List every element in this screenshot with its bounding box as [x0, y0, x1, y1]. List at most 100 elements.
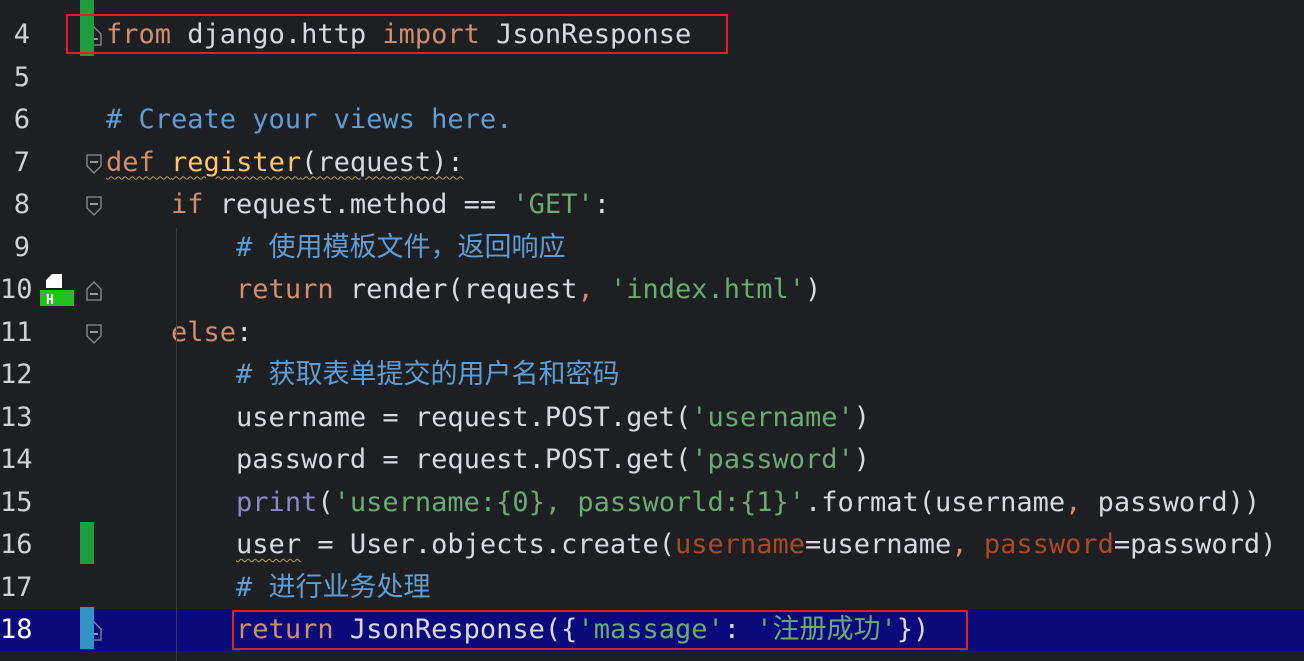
code-token: , [951, 529, 968, 560]
line-number: 5 [13, 61, 30, 93]
line-number: 11 [0, 316, 33, 348]
code-token: password [983, 529, 1114, 560]
change-marker-added[interactable] [80, 522, 94, 564]
code-text: # 使用模板文件，返回响应 [106, 227, 566, 269]
code-line[interactable]: 16 user = User.objects.create(username=u… [0, 524, 1304, 566]
bookmark-letter: H [46, 293, 54, 306]
code-text: return render(request, 'index.html') [106, 269, 821, 311]
code-token: register [171, 146, 302, 178]
code-text: user = User.objects.create(username=user… [106, 524, 1276, 566]
code-editor[interactable]: from users.models import User4from djang… [0, 0, 1304, 661]
code-text: print('username:{0}, passworld:{1}'.form… [106, 482, 1260, 524]
bookmark-icon[interactable]: H [40, 272, 74, 306]
line-number: 7 [13, 146, 30, 178]
code-line[interactable]: 6 # Create your views here. [0, 99, 1304, 141]
fold-marker-icon[interactable] [86, 196, 102, 216]
code-token: ) [853, 401, 871, 433]
code-token: # 使用模板文件，返回响应 [236, 231, 566, 263]
code-line-partial[interactable]: from users.models import User [0, 0, 1304, 6]
code-text: username = request.POST.get('username') [106, 397, 870, 439]
code-token: ( [317, 486, 334, 518]
code-token: 'GET' [512, 189, 594, 220]
code-token: render(request [333, 274, 578, 305]
code-token: # 获取表单提交的用户名和密码 [236, 359, 620, 390]
code-token: .format(username [805, 486, 1066, 518]
code-token: password = request.POST.get( [106, 444, 692, 475]
code-token: , [1065, 486, 1082, 518]
code-token: (request): [301, 146, 464, 178]
code-line[interactable]: 8 if request.method == 'GET': [0, 184, 1304, 226]
code-token: password)) [1081, 486, 1261, 518]
code-token: 'username' [691, 401, 854, 433]
code-token: else [171, 316, 237, 348]
line-number: 17 [0, 571, 33, 603]
code-token: =password) [1113, 529, 1277, 560]
code-line[interactable]: 12 # 获取表单提交的用户名和密码 [0, 354, 1304, 396]
code-token: ) [805, 274, 822, 305]
code-text: # 进行业务处理 [106, 567, 431, 609]
highlight-box-return [232, 610, 968, 650]
line-number: 4 [13, 19, 30, 50]
code-token: username [674, 529, 805, 560]
code-line[interactable]: 11 else: [0, 312, 1304, 354]
line-number: 10 [0, 274, 33, 305]
code-text: else: [106, 312, 252, 354]
code-text: if request.method == 'GET': [106, 184, 610, 226]
code-token: # 进行业务处理 [236, 571, 431, 603]
code-token: =username [805, 529, 952, 560]
code-token: 'index.html' [609, 274, 806, 305]
code-token: # Create your views here. [106, 104, 513, 135]
code-line[interactable]: 10 return render(request, 'index.html') [0, 269, 1304, 311]
code-token: : [593, 189, 610, 220]
line-number: 16 [0, 529, 33, 560]
code-line[interactable]: 7 def register(request): [0, 142, 1304, 184]
code-token: = User.objects.create( [301, 529, 675, 560]
code-token: print [236, 486, 318, 518]
code-text: from users.models import User [106, 0, 577, 6]
code-text: # Create your views here. [106, 99, 512, 141]
code-line[interactable]: 9 # 使用模板文件，返回响应 [0, 227, 1304, 269]
fold-marker-icon[interactable] [86, 153, 102, 174]
code-line[interactable]: 14 password = request.POST.get('password… [0, 439, 1304, 481]
line-number: 15 [0, 486, 33, 518]
code-text: password = request.POST.get('password') [106, 439, 870, 481]
highlight-box-import [66, 14, 728, 54]
code-token: user [236, 529, 302, 560]
line-number: 14 [0, 444, 33, 475]
fold-marker-icon[interactable] [86, 281, 102, 301]
code-text: def register(request): [106, 142, 464, 184]
code-token: def [106, 146, 155, 178]
code-line[interactable]: 5 [0, 57, 1304, 99]
code-line[interactable]: 17 # 进行业务处理 [0, 567, 1304, 609]
change-marker-modified[interactable] [80, 607, 94, 649]
code-line[interactable]: 15 print('username:{0}, passworld:{1}'.f… [0, 482, 1304, 524]
line-number: 18 [0, 614, 33, 645]
code-line[interactable]: 13 username = request.POST.get('username… [0, 397, 1304, 439]
code-token: , [577, 274, 594, 305]
code-token: request.method == [203, 189, 513, 220]
line-number: 9 [13, 231, 30, 263]
indent-guide [176, 228, 177, 661]
code-token: if [171, 189, 204, 220]
code-token: 'password' [691, 444, 854, 475]
code-token: : [236, 316, 253, 348]
line-number: 13 [0, 401, 33, 433]
code-text: # 获取表单提交的用户名和密码 [106, 354, 620, 396]
code-token: return [236, 274, 334, 305]
line-number: 12 [0, 359, 33, 390]
line-number: 8 [13, 189, 30, 220]
code-token: username = request.POST.get( [106, 401, 692, 433]
fold-marker-icon[interactable] [86, 323, 102, 344]
